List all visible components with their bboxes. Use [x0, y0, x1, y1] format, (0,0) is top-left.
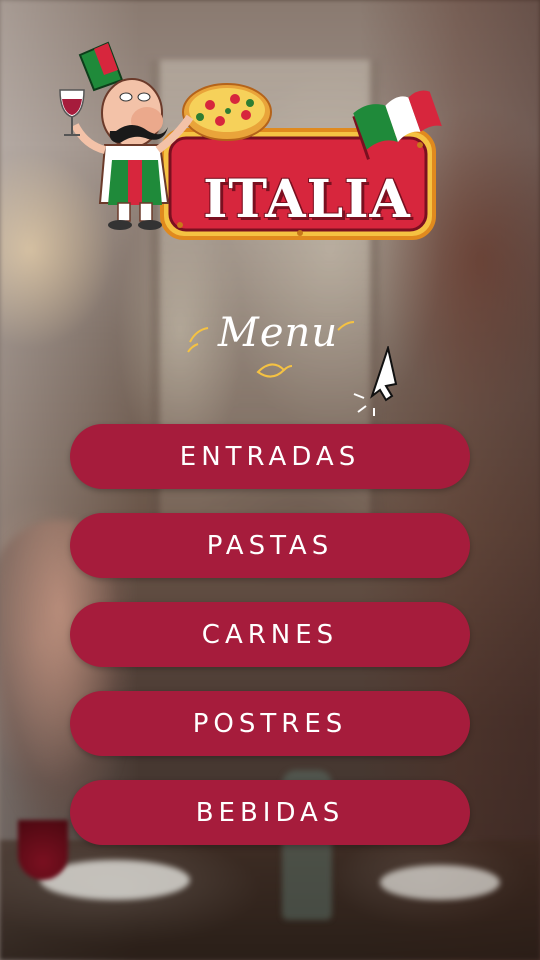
menu-heading-text: Menu — [217, 310, 339, 356]
background-plate-right — [380, 865, 500, 900]
menu-button-carnes[interactable]: CARNES — [70, 602, 470, 667]
menu-heading: Menu — [187, 300, 358, 390]
menu-button-entradas[interactable]: ENTRADAS — [70, 424, 470, 489]
logo-title: ITALIA — [203, 169, 411, 230]
menu-list: ENTRADAS PASTAS CARNES POSTRES BEBIDAS — [70, 424, 470, 869]
cursor-arrow-icon — [350, 344, 402, 418]
menu-button-postres[interactable]: POSTRES — [70, 691, 470, 756]
menu-button-pastas[interactable]: PASTAS — [70, 513, 470, 578]
background-wine-glass — [18, 820, 68, 880]
italia-logo: ITALIA — [50, 35, 442, 245]
pizza-icon — [182, 83, 272, 141]
menu-button-bebidas[interactable]: BEBIDAS — [70, 780, 470, 845]
